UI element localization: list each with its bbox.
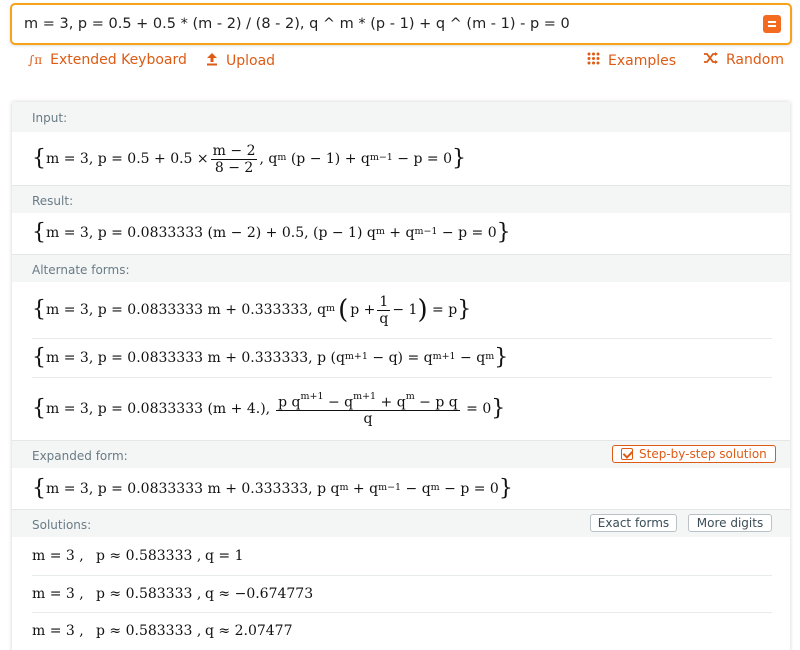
checkbox-icon bbox=[621, 448, 633, 460]
pod-header-result: Result: bbox=[12, 185, 790, 213]
divider bbox=[32, 377, 772, 378]
query-bar bbox=[10, 3, 792, 45]
examples-button[interactable]: Examples bbox=[587, 52, 676, 69]
extended-keyboard-label: Extended Keyboard bbox=[50, 52, 187, 68]
alternate-form-3: { m = 3, p = 0.0833333 (m + 4.), p qm+1 … bbox=[32, 390, 506, 428]
pod-header-alternate: Alternate forms: bbox=[12, 254, 790, 282]
divider bbox=[32, 338, 772, 339]
toolbar: ∫π Extended Keyboard Upload Examples Ran… bbox=[0, 52, 800, 76]
expanded-expression: { m = 3, p = 0.0833333 m + 0.333333, p q… bbox=[32, 476, 513, 501]
more-digits-button[interactable]: More digits bbox=[688, 514, 772, 532]
pod-title-expanded: Expanded form: bbox=[32, 449, 128, 463]
pod-header-input: Input: bbox=[12, 102, 790, 132]
step-by-step-label: Step-by-step solution bbox=[639, 447, 767, 461]
input-expression: { m = 3, p = 0.5 + 0.5 × m − 28 − 2 , qm… bbox=[32, 142, 466, 176]
pod-title-solutions: Solutions: bbox=[32, 518, 92, 532]
exact-forms-button[interactable]: Exact forms bbox=[590, 514, 677, 532]
keyboard-icon: ∫π bbox=[28, 53, 43, 67]
random-button[interactable]: Random bbox=[703, 52, 784, 68]
divider bbox=[32, 575, 772, 576]
pod-title-result: Result: bbox=[32, 194, 74, 208]
upload-button[interactable]: Upload bbox=[206, 52, 275, 70]
result-expression: { m = 3, p = 0.0833333 (m − 2) + 0.5, (p… bbox=[32, 220, 511, 245]
upload-icon bbox=[206, 52, 218, 70]
examples-label: Examples bbox=[608, 52, 677, 69]
grid-icon bbox=[587, 52, 600, 69]
pod-title-input: Input: bbox=[32, 111, 68, 125]
results-panel: Input: { m = 3, p = 0.5 + 0.5 × m − 28 −… bbox=[12, 102, 790, 650]
alternate-form-1: { m = 3, p = 0.0833333 m + 0.333333, qm … bbox=[32, 293, 472, 327]
shuffle-icon bbox=[703, 52, 718, 68]
random-label: Random bbox=[726, 52, 784, 68]
alternate-form-2: { m = 3, p = 0.0833333 m + 0.333333, p (… bbox=[32, 345, 509, 370]
equals-icon[interactable] bbox=[763, 15, 781, 33]
step-by-step-button[interactable]: Step-by-step solution bbox=[612, 445, 776, 463]
pod-title-alternate: Alternate forms: bbox=[32, 263, 130, 277]
upload-label: Upload bbox=[226, 53, 276, 69]
extended-keyboard-button[interactable]: ∫π Extended Keyboard bbox=[28, 52, 187, 68]
divider bbox=[32, 612, 772, 613]
query-input[interactable] bbox=[24, 5, 754, 43]
